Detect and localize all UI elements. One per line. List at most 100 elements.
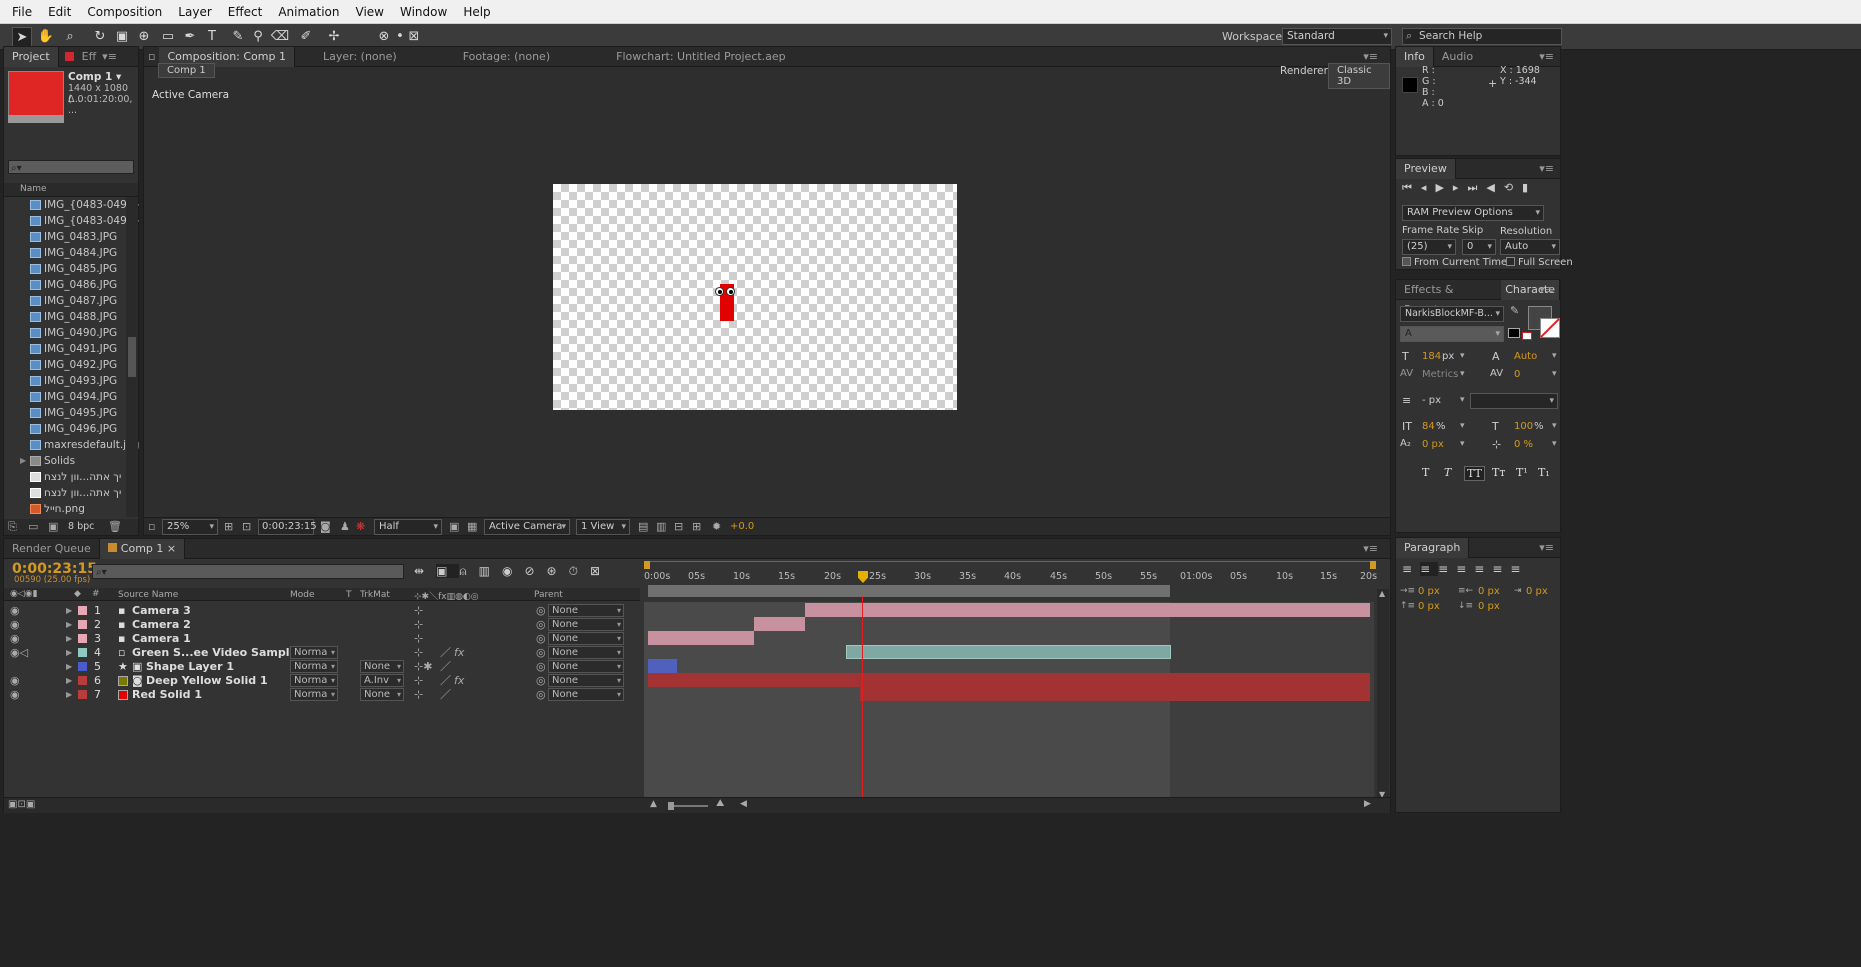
tab-render-queue[interactable]: Render Queue — [4, 539, 99, 559]
indent-right-value[interactable]: 0 px — [1478, 586, 1500, 597]
list-item[interactable]: IMG_0484.JPG — [30, 245, 117, 261]
small-caps-button[interactable]: Tт — [1492, 466, 1505, 479]
chevron-down-icon[interactable]: ▾ — [1552, 351, 1557, 361]
menu-window[interactable]: Window — [392, 5, 455, 19]
work-area-end-handle[interactable] — [1370, 561, 1376, 569]
roto-brush-tool-icon[interactable]: ✐ — [296, 27, 316, 47]
tracking-value[interactable]: 0 — [1514, 369, 1520, 380]
faux-bold-button[interactable]: T — [1422, 466, 1429, 479]
tab-effect-controls[interactable]: Eff — [80, 47, 99, 67]
scroll-up-icon[interactable]: ▲ — [1379, 589, 1385, 598]
camera-tool-icon[interactable]: ▣ — [112, 27, 132, 47]
layer-label-color[interactable] — [78, 648, 87, 657]
panel-menu-icon[interactable]: ▾≡ — [102, 50, 117, 63]
work-area-start-handle[interactable] — [644, 561, 650, 569]
stopwatch-icon[interactable]: ⏱ — [569, 564, 590, 578]
from-current-time-checkbox[interactable]: From Current Time — [1402, 257, 1507, 268]
layer-bar-green-screen-video[interactable] — [846, 645, 1171, 659]
blend-mode-dropdown[interactable]: Norma — [290, 688, 338, 701]
tsume-value[interactable]: 0 % — [1514, 439, 1533, 450]
expand-arrow-icon[interactable]: ▶ — [20, 453, 26, 469]
close-icon[interactable]: × — [167, 542, 176, 555]
list-item[interactable]: ▶ Solids — [20, 453, 75, 469]
brush-tool-icon[interactable]: ✎ — [228, 27, 248, 47]
exposure-value[interactable]: +0.0 — [730, 521, 754, 532]
chevron-down-icon[interactable]: ▾ — [1552, 369, 1557, 379]
scroll-left-icon[interactable]: ◀ — [740, 799, 747, 809]
layer-bar-deep-yellow-solid[interactable] — [648, 673, 1370, 687]
layer-label-color[interactable] — [78, 690, 87, 699]
justify-center-icon[interactable]: ≡ — [1474, 562, 1492, 576]
show-snapshot-icon[interactable]: ♟ — [340, 520, 350, 533]
flowchart-icon[interactable]: ⊞ — [692, 520, 701, 533]
type-tool-icon[interactable]: T — [202, 27, 222, 47]
lock-icon[interactable]: ▫ — [144, 50, 159, 63]
leading-value[interactable]: Auto — [1514, 351, 1537, 362]
tab-footage[interactable]: Footage: (none) — [455, 47, 558, 67]
tab-layer[interactable]: Layer: (none) — [315, 47, 405, 67]
list-item[interactable]: IMG_0483.JPG — [30, 229, 117, 245]
chevron-down-icon[interactable]: ▾ — [1552, 439, 1557, 449]
justify-left-icon[interactable]: ≡ — [1456, 562, 1474, 576]
work-area-bar[interactable] — [648, 585, 1170, 597]
all-caps-button[interactable]: TT — [1464, 466, 1485, 481]
stroke-width-value[interactable]: - px — [1422, 395, 1441, 406]
source-name-header[interactable]: Source Name — [118, 590, 178, 600]
menu-layer[interactable]: Layer — [170, 5, 219, 19]
view-layout-dropdown[interactable]: 1 View — [576, 519, 630, 535]
no-fill-swatch[interactable] — [1522, 332, 1532, 340]
tab-audio[interactable]: Audio — [1434, 47, 1481, 67]
timeline-icon[interactable]: ⊟ — [674, 520, 683, 533]
safe-zones-icon[interactable]: ⊞ — [224, 520, 233, 533]
motion-blur-icon[interactable]: ◉ — [502, 564, 524, 578]
playhead-handle[interactable] — [858, 571, 868, 583]
time-ruler[interactable]: 0:00s 05s 10s 15s 20s 25s 30s 35s 40s 45… — [644, 561, 1377, 597]
list-item[interactable]: IMG_0493.JPG — [30, 373, 117, 389]
justify-all-icon[interactable]: ≡ — [1510, 562, 1528, 576]
list-item[interactable]: IMG_0494.JPG — [30, 389, 117, 405]
layer-bar-camera-2[interactable] — [754, 617, 805, 631]
list-item[interactable]: IMG_0492.JPG — [30, 357, 117, 373]
layer-bar-shape-layer[interactable] — [648, 659, 677, 673]
shy-layers-icon[interactable]: ⍝ — [459, 564, 478, 578]
kerning-value[interactable]: Metrics — [1422, 369, 1458, 380]
quality-switch-icon[interactable]: ／ — [440, 686, 451, 703]
menu-animation[interactable]: Animation — [270, 5, 347, 19]
brainstorm-icon[interactable]: ⊛ — [547, 564, 569, 578]
chevron-down-icon[interactable]: ▾ — [1460, 369, 1465, 379]
layer-label-color[interactable] — [78, 606, 87, 615]
stroke-color-swatch[interactable] — [1540, 318, 1560, 338]
scroll-right-icon[interactable]: ▶ — [1364, 799, 1371, 809]
transparency-grid-icon[interactable]: ▦ — [467, 520, 477, 533]
shy-switch-icon[interactable]: ⊹ — [414, 686, 423, 703]
trash-icon[interactable]: 🗑 — [108, 520, 122, 533]
chevron-down-icon[interactable]: ▾ — [1460, 395, 1465, 405]
new-folder-icon[interactable]: ▭ — [28, 520, 38, 533]
chevron-down-icon[interactable]: ▾ — [1460, 439, 1465, 449]
superscript-button[interactable]: T¹ — [1516, 466, 1528, 479]
channel-icon[interactable]: ❋ — [356, 520, 365, 533]
list-item[interactable]: IMG_0496.JPG — [30, 421, 117, 437]
panel-menu-icon[interactable]: ▾≡ — [1539, 162, 1554, 175]
panel-menu-icon[interactable]: ▾≡ — [1539, 541, 1554, 554]
list-item[interactable]: IMG_0490.JPG — [30, 325, 117, 341]
pen-tool-icon[interactable]: ✒ — [180, 27, 200, 47]
mask-visibility-icon[interactable]: ⊡ — [242, 520, 251, 533]
panel-menu-icon[interactable]: ▾≡ — [1363, 542, 1378, 555]
tab-preview[interactable]: Preview — [1396, 158, 1456, 179]
layer-bar-camera-1[interactable] — [648, 631, 754, 645]
indent-left-value[interactable]: 0 px — [1418, 586, 1440, 597]
align-center-icon[interactable]: ≡ — [1420, 562, 1439, 576]
bpc-indicator[interactable]: 8 bpc — [68, 521, 94, 532]
composition-canvas[interactable] — [553, 184, 957, 410]
skip-dropdown[interactable]: 0 — [1462, 239, 1496, 255]
zoom-dropdown[interactable]: 25% — [162, 519, 218, 535]
justify-right-icon[interactable]: ≡ — [1492, 562, 1510, 576]
auto-keyframe-icon[interactable]: ⊠ — [590, 564, 612, 578]
panel-menu-icon[interactable]: ▾≡ — [1363, 50, 1378, 63]
menu-effect[interactable]: Effect — [220, 5, 271, 19]
pan-behind-tool-icon[interactable]: ⊕ — [134, 27, 154, 47]
audio-icon[interactable]: ◀ — [1486, 181, 1503, 194]
selection-tool-icon[interactable]: ➤ — [12, 27, 32, 47]
layer-label-color[interactable] — [78, 620, 87, 629]
